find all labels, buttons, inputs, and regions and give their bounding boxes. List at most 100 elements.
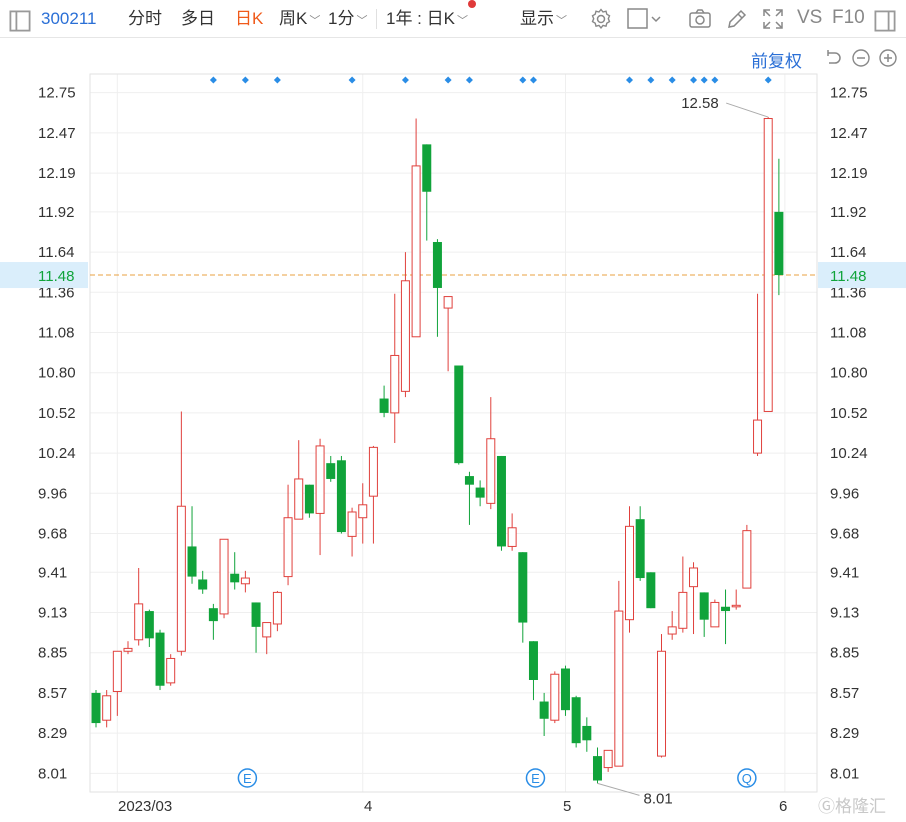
candle-body — [731, 604, 741, 608]
y-tick-label: 9.13 — [830, 605, 859, 622]
candle — [358, 483, 368, 544]
candle-body — [742, 530, 752, 589]
candle — [464, 471, 474, 525]
y-tick-label: 8.85 — [38, 645, 67, 662]
candle-body — [710, 601, 720, 628]
event-marker-label: Q — [742, 771, 752, 786]
candle-body — [251, 602, 261, 627]
high-price-label: 12.58 — [681, 95, 719, 112]
low-price-label: 8.01 — [643, 790, 672, 807]
candle — [443, 296, 453, 372]
candle-body — [443, 296, 453, 309]
y-tick-label: 10.52 — [830, 405, 868, 422]
candle-body — [144, 611, 154, 639]
watermark-logo: Ⓖ格隆汇 — [818, 797, 886, 816]
y-tick-label: 12.47 — [38, 125, 76, 142]
signal-marker — [647, 76, 655, 84]
candle-body — [112, 650, 122, 692]
candle — [699, 592, 709, 637]
candlestick-chart[interactable]: 12.7512.4712.1911.9211.6411.3611.0810.80… — [0, 0, 906, 822]
candle — [710, 599, 720, 628]
y-tick-label: 8.29 — [830, 725, 859, 742]
current-price-label-right: 11.48 — [830, 268, 866, 285]
candle — [230, 552, 240, 590]
candle-body — [507, 527, 517, 547]
candle — [689, 562, 699, 635]
y-axis-right: 12.7512.4712.1911.9211.6411.3611.0810.80… — [830, 85, 868, 783]
candle — [763, 117, 773, 412]
candle-body — [102, 695, 112, 721]
candle-body — [347, 511, 357, 537]
candle-body — [166, 657, 176, 684]
x-axis: 2023/03 4 5 6 — [118, 798, 787, 815]
y-tick-label: 9.13 — [38, 605, 67, 622]
candle — [144, 609, 154, 647]
candle — [368, 445, 378, 544]
candle — [294, 440, 304, 520]
y-tick-label: 8.01 — [38, 765, 67, 782]
candle — [208, 603, 218, 640]
candle — [155, 629, 165, 691]
candle-body — [635, 519, 645, 579]
candle — [432, 239, 442, 337]
candle-body — [219, 538, 229, 615]
y-tick-label: 10.24 — [38, 445, 76, 462]
event-markers: EEQ — [237, 768, 757, 788]
candle-body — [358, 504, 368, 519]
candle-body — [390, 354, 400, 414]
y-tick-label: 9.68 — [38, 526, 67, 543]
candle — [486, 397, 496, 510]
candle-body — [550, 673, 560, 721]
candle-body — [294, 478, 304, 520]
candle — [507, 513, 517, 551]
y-tick-label: 9.96 — [830, 485, 859, 502]
candle-body — [582, 725, 592, 741]
signal-marker — [626, 76, 633, 84]
candle — [742, 524, 752, 589]
candle — [539, 692, 549, 736]
candle-body — [721, 606, 731, 612]
candle-body — [689, 567, 699, 588]
candle — [422, 144, 432, 241]
candle — [176, 411, 186, 656]
y-tick-label: 12.47 — [830, 125, 868, 142]
signal-marker — [711, 76, 719, 84]
candle-body — [134, 603, 144, 641]
candle-body — [518, 552, 528, 623]
y-tick-label: 11.08 — [38, 324, 74, 341]
y-tick-label: 12.75 — [38, 85, 76, 102]
candle-body — [91, 692, 101, 724]
high-leader-line — [726, 102, 769, 118]
candle — [635, 506, 645, 581]
candle-body — [539, 701, 549, 719]
candle-body — [304, 484, 314, 514]
candle — [496, 455, 506, 551]
y-tick-label: 11.64 — [830, 244, 866, 261]
signal-marker — [209, 76, 217, 84]
candle-body — [262, 622, 272, 638]
candle-body — [774, 211, 784, 276]
candle — [166, 654, 176, 686]
candle — [731, 589, 741, 610]
candle-body — [475, 487, 485, 498]
candle-body — [592, 756, 602, 781]
candle — [667, 611, 677, 640]
candle — [347, 507, 357, 557]
candle — [411, 118, 421, 338]
candle — [753, 293, 763, 456]
event-marker: E — [237, 768, 258, 788]
chart-grid — [90, 74, 817, 792]
signal-marker — [241, 76, 249, 84]
candle — [454, 365, 464, 465]
y-tick-label: 8.01 — [830, 765, 859, 782]
signal-marker — [700, 76, 708, 84]
candle-body — [176, 505, 186, 652]
candle-body — [496, 455, 506, 547]
y-tick-label: 11.64 — [38, 244, 74, 261]
candle — [528, 641, 538, 701]
x-tick-label: 6 — [779, 798, 787, 815]
candle — [774, 158, 784, 296]
candle-body — [411, 165, 421, 338]
candle — [91, 690, 101, 728]
y-tick-label: 12.19 — [830, 165, 868, 182]
